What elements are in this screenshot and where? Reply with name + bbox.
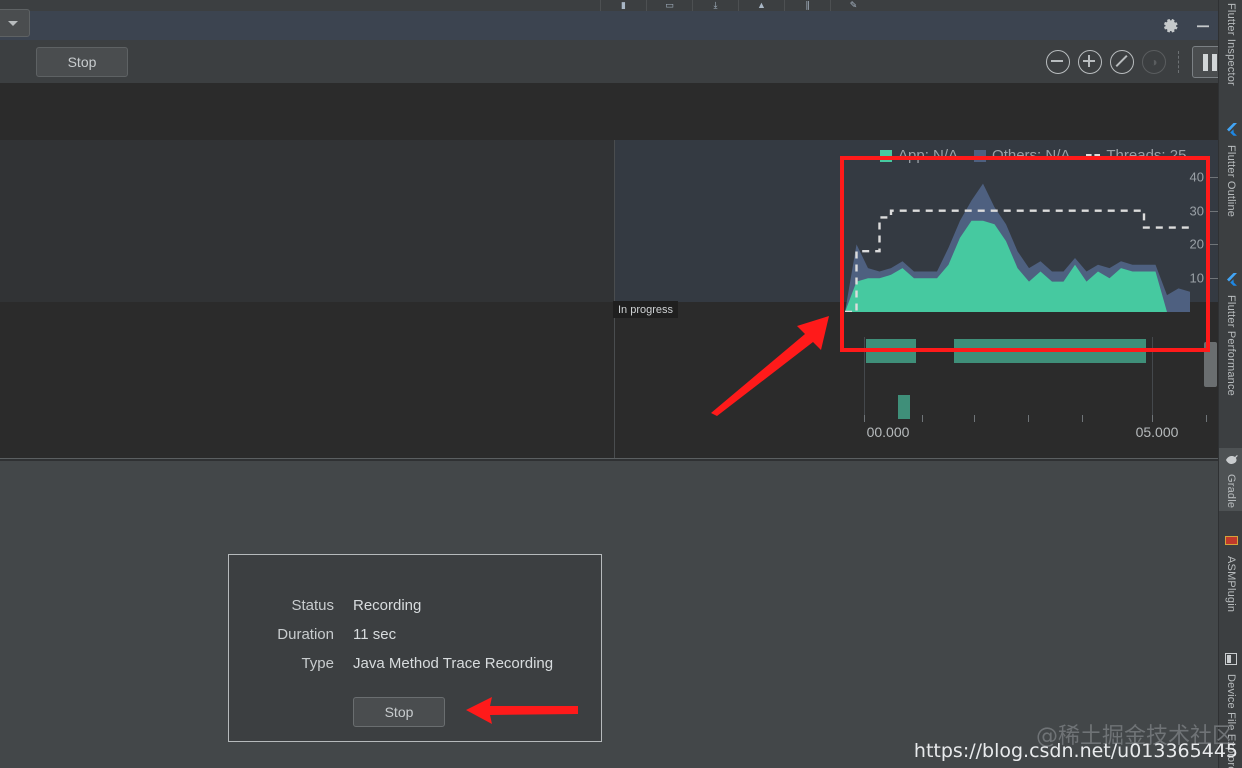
timeline-axis: 00.000 05.000 bbox=[862, 415, 1207, 443]
axis-label-end: 05.000 bbox=[1135, 424, 1179, 440]
event-gridline bbox=[864, 337, 865, 415]
toolbar-icon-camera[interactable]: ▭ bbox=[646, 0, 692, 11]
toolbar-icon-caret-up[interactable]: ▲ bbox=[738, 0, 784, 11]
window-titlebar bbox=[0, 11, 1218, 40]
toolbar-icon-vertical-bar[interactable]: ▮ bbox=[600, 0, 646, 11]
profiler-blank-band bbox=[0, 83, 1218, 140]
profiler-window: ▮ ▭ ⤓ ▲ ∥ ✎ Stop ◑ In progress App: N/A … bbox=[0, 0, 1242, 768]
dialog-row-value: 11 sec bbox=[353, 626, 397, 643]
toolbar-separator bbox=[1178, 51, 1180, 73]
profiler-toolbar bbox=[0, 40, 1218, 84]
tool-tab-label: Flutter Inspector bbox=[1225, 3, 1237, 86]
dialog-stop-label: Stop bbox=[384, 704, 414, 720]
tool-tab-label: Gradle bbox=[1225, 474, 1237, 509]
toolbar-icon-download[interactable]: ⤓ bbox=[692, 0, 738, 11]
tool-tab-flutter-outline[interactable]: Flutter Outline bbox=[1219, 118, 1242, 220]
stop-recording-toolbar-button[interactable]: Stop bbox=[36, 47, 128, 77]
tool-tab-label: Flutter Outline bbox=[1225, 145, 1237, 218]
gear-icon[interactable] bbox=[1162, 17, 1180, 35]
flutter-icon bbox=[1224, 272, 1238, 291]
y-axis-tick-label: 10 bbox=[1189, 270, 1204, 286]
tool-tab-flutter-performance[interactable]: Flutter Performance bbox=[1219, 268, 1242, 399]
top-toolbar-strip: ▮ ▭ ⤓ ▲ ∥ ✎ bbox=[0, 0, 1218, 11]
recording-detail-rows: Status Recording Duration 11 sec Type Java Me… bbox=[229, 597, 603, 684]
right-tool-tabbar: Flutter Inspector Flutter Outline Flutter … bbox=[1218, 0, 1242, 768]
zoom-out-icon[interactable] bbox=[1046, 50, 1070, 74]
left-track-header bbox=[0, 140, 614, 302]
axis-tick bbox=[1082, 415, 1083, 422]
in-progress-label: In progress bbox=[618, 303, 674, 316]
axis-tick bbox=[1028, 415, 1029, 422]
zoom-controls: ◑ bbox=[1046, 46, 1228, 78]
dialog-row-label: Duration bbox=[277, 626, 334, 643]
tool-tab-flutter-inspector[interactable]: Flutter Inspector bbox=[1219, 0, 1242, 89]
titlebar-actions bbox=[1162, 11, 1212, 40]
axis-tick bbox=[864, 415, 865, 422]
dialog-stop-button[interactable]: Stop bbox=[353, 697, 445, 727]
dialog-row: Duration 11 sec bbox=[229, 626, 603, 643]
dialog-row-value: Java Method Trace Recording bbox=[353, 655, 554, 672]
cpu-usage-chart bbox=[845, 160, 1190, 312]
axis-tick bbox=[1152, 415, 1153, 422]
dialog-row-value: Recording bbox=[353, 597, 422, 614]
toolbar-icon-wrench[interactable]: ✎ bbox=[830, 0, 876, 11]
y-axis-tick bbox=[1209, 176, 1218, 178]
asm-icon bbox=[1224, 534, 1238, 552]
y-axis-tick-label: 30 bbox=[1189, 203, 1204, 219]
dialog-row-label: Type bbox=[301, 655, 334, 672]
timeline-scrollbar[interactable] bbox=[1204, 342, 1217, 387]
gradle-icon bbox=[1225, 452, 1238, 470]
recording-status-dialog: Status Recording Duration 11 sec Type Java Me… bbox=[228, 554, 602, 742]
event-gridline bbox=[1152, 337, 1153, 415]
dialog-row-label: Status bbox=[291, 597, 334, 614]
y-axis-tick bbox=[1209, 210, 1218, 212]
left-track-pane bbox=[0, 140, 614, 458]
watermark-url: https://blog.csdn.net/u013365445 bbox=[913, 740, 1238, 762]
device-icon bbox=[1225, 652, 1237, 670]
axis-label-start: 00.000 bbox=[866, 424, 910, 440]
axis-tick bbox=[922, 415, 923, 422]
toolbar-icon-split[interactable]: ∥ bbox=[784, 0, 830, 11]
stop-button-label: Stop bbox=[67, 54, 97, 70]
event-block[interactable] bbox=[866, 339, 916, 363]
y-axis-tick-label: 20 bbox=[1189, 236, 1204, 252]
tool-tab-asmplugin[interactable]: ASMPlugin bbox=[1219, 530, 1242, 615]
event-block[interactable] bbox=[954, 339, 1146, 363]
reset-zoom-icon[interactable] bbox=[1110, 50, 1134, 74]
legend-swatch-threads bbox=[1086, 154, 1101, 157]
attach-disabled-icon: ◑ bbox=[1142, 50, 1166, 74]
chart-y-axis: 40 30 20 10 bbox=[1186, 160, 1222, 312]
minimize-icon[interactable] bbox=[1194, 17, 1212, 35]
dialog-row: Type Java Method Trace Recording bbox=[229, 655, 603, 672]
y-axis-tick-label: 40 bbox=[1189, 169, 1204, 185]
flutter-icon bbox=[1224, 122, 1238, 141]
axis-tick bbox=[1206, 415, 1207, 422]
y-axis-tick bbox=[1209, 278, 1218, 280]
y-axis-tick bbox=[1209, 244, 1218, 246]
tool-tab-label: ASMPlugin bbox=[1225, 556, 1237, 613]
tool-tab-gradle[interactable]: Gradle bbox=[1219, 448, 1242, 512]
chart-svg bbox=[845, 183, 1190, 312]
process-dropdown-button[interactable] bbox=[0, 9, 30, 37]
tool-tab-label: Flutter Performance bbox=[1225, 295, 1237, 397]
axis-tick bbox=[974, 415, 975, 422]
zoom-in-icon[interactable] bbox=[1078, 50, 1102, 74]
top-toolbar-buttons: ▮ ▭ ⤓ ▲ ∥ ✎ bbox=[600, 0, 890, 11]
in-progress-tooltip: In progress bbox=[613, 301, 679, 318]
chevron-down-icon bbox=[8, 21, 18, 26]
dialog-row: Status Recording bbox=[229, 597, 603, 614]
